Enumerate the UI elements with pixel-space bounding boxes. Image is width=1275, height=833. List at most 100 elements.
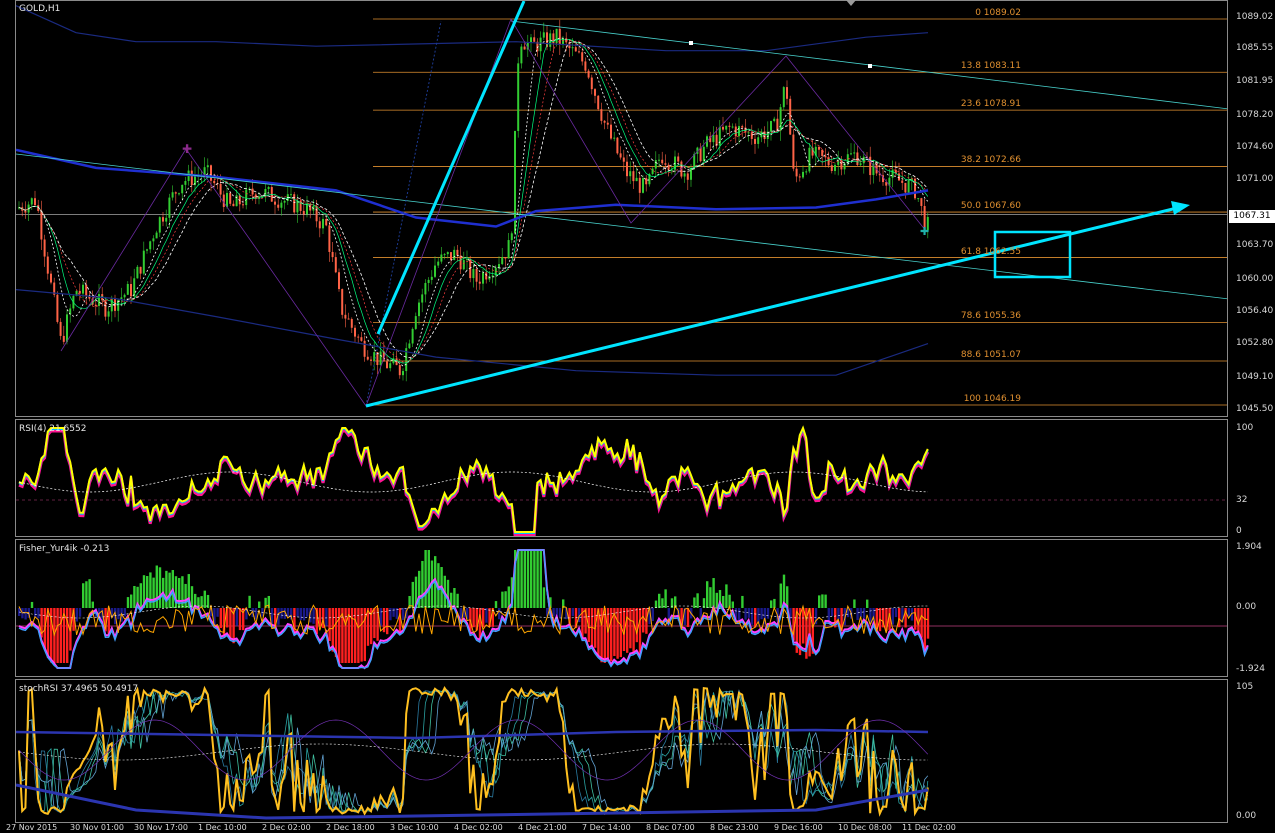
candle-body (834, 164, 836, 171)
candle-body (757, 137, 760, 144)
candle-body (46, 256, 49, 274)
rsi-scale-top: 100 (1236, 423, 1254, 433)
fisher-bull-bar (773, 598, 776, 608)
fib-level-label: 88.6 1051.07 (960, 350, 1021, 361)
candle-body (440, 254, 443, 262)
candle-body (606, 122, 609, 125)
fisher-bear-bar (296, 608, 299, 617)
fisher-bull-bar (533, 550, 536, 608)
candle-body (360, 337, 363, 341)
rsi-canvas[interactable] (16, 420, 1228, 537)
rsi-smooth-line (18, 426, 929, 534)
candle-body (344, 314, 347, 319)
fisher-bear-bar (632, 608, 635, 654)
fisher-bear-bar (859, 608, 862, 618)
fisher-bear-bar (75, 608, 78, 622)
candle-body (507, 240, 510, 259)
candle-body (574, 47, 577, 52)
candle-body (517, 63, 520, 131)
candle-body (232, 203, 235, 207)
stochrsi-pane[interactable]: stochRSI 37.4965 50.4917 (15, 679, 1228, 823)
candle-body (184, 181, 187, 185)
fib-level-label: 50.0 1067.60 (960, 201, 1021, 212)
stoch-scale-top: 105 (1236, 682, 1254, 692)
candle-body (619, 153, 622, 158)
fisher-bear-bar (629, 608, 632, 649)
candle-body (581, 52, 584, 62)
rsi-pane[interactable]: RSI(4) 21.6552 (15, 419, 1228, 537)
fisher-bear-bar (485, 608, 488, 623)
candle-body (920, 198, 923, 206)
ema-line (18, 39, 929, 363)
price-scale-label: 1081.95 (1236, 75, 1274, 86)
trend-arrow-up (376, 1, 526, 335)
candle-body (50, 273, 52, 283)
candle-body (162, 217, 164, 222)
candle-body (126, 284, 129, 295)
candle-body (466, 259, 468, 261)
candle-body (283, 200, 286, 203)
candle-body (795, 168, 798, 177)
candle-body (56, 294, 59, 322)
fisher-bear-bar (635, 608, 638, 643)
price-chart-canvas[interactable]: ✚✚ (16, 1, 1228, 417)
fisher-bear-bar (830, 608, 834, 617)
time-axis-label: 7 Dec 14:00 (582, 823, 631, 832)
fisher-pane[interactable]: Fisher_Yur4ik -0.213 (15, 539, 1228, 677)
time-axis-label: 1 Dec 10:00 (198, 823, 247, 832)
fisher-bear-bar (894, 608, 898, 618)
candle-body (62, 335, 65, 342)
stoch-ma-line (18, 688, 929, 814)
fisher-bear-bar (235, 608, 238, 626)
fisher-bull-bar (715, 592, 718, 608)
fisher-bull-bar (139, 583, 142, 608)
fisher-bull-bar (741, 595, 744, 608)
fisher-bear-bar (216, 608, 219, 617)
candle-body (622, 157, 625, 162)
candle-body (85, 284, 88, 296)
candle-body (152, 238, 155, 242)
fisher-bull-bar (158, 567, 162, 608)
candle-body (411, 328, 414, 344)
rsi-label: RSI(4) 21.6552 (19, 424, 87, 434)
candle-body (520, 46, 523, 64)
candle-body (504, 257, 507, 259)
fisher-scale-mid: 0.00 (1236, 602, 1257, 612)
fisher-bear-bar (331, 608, 334, 652)
price-chart-pane[interactable]: ✚ ✚ GOLD,H1 0 1089.02 13.8 1083.11 23.6 107… (15, 0, 1228, 417)
candle-body (402, 371, 404, 376)
candle-body (434, 265, 436, 277)
fisher-bear-bar (498, 608, 501, 620)
fisher-bear-bar (642, 608, 645, 633)
fisher-bear-bar (328, 608, 331, 642)
ema-fast-line (18, 37, 929, 367)
fisher-bull-bar (248, 595, 251, 608)
candle-body (542, 32, 545, 38)
fisher-bear-bar (638, 608, 642, 653)
channel-anchor (868, 64, 872, 68)
fisher-bull-bar (536, 550, 539, 608)
fisher-bear-bar (891, 608, 894, 625)
fisher-bear-bar (616, 608, 619, 659)
fisher-bear-bar (34, 608, 37, 618)
candle-body (408, 343, 411, 349)
candle-body (158, 217, 161, 233)
candle-body (347, 318, 350, 320)
candle-body (110, 298, 113, 312)
window-dropdown-icon[interactable] (846, 0, 856, 6)
candle-body (136, 266, 139, 279)
stochrsi-canvas[interactable] (16, 680, 1228, 823)
fisher-bear-bar (558, 608, 562, 618)
fisher-bull-bar (818, 595, 821, 608)
candle-body (741, 126, 744, 128)
fisher-canvas[interactable] (16, 540, 1228, 677)
fisher-bear-bar (280, 608, 283, 619)
fisher-bear-bar (651, 608, 654, 622)
candle-body (731, 126, 734, 128)
candle-body (792, 134, 795, 169)
candle-body (773, 118, 776, 122)
upper-band (16, 5, 929, 52)
price-scale-label: 1085.55 (1236, 43, 1274, 54)
candle-body (389, 363, 392, 369)
candle-body (654, 160, 657, 169)
